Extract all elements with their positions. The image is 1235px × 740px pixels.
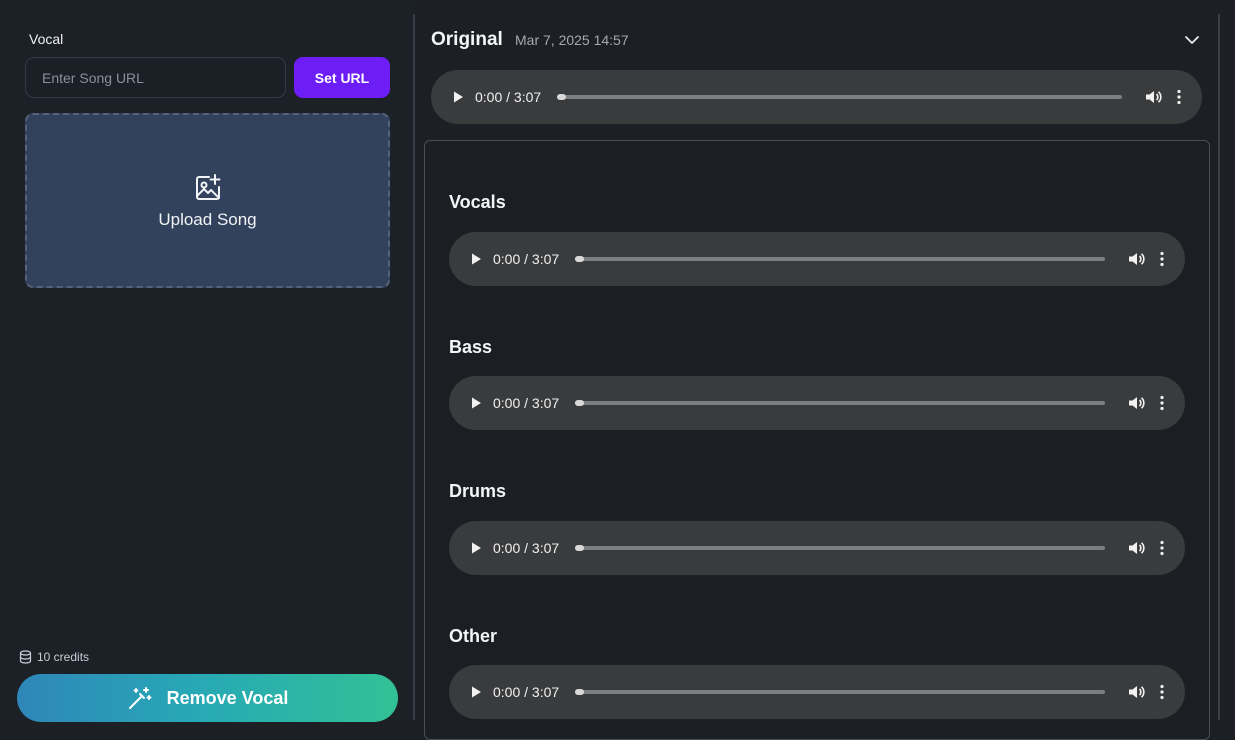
original-date: Mar 7, 2025 14:57	[515, 32, 629, 48]
play-icon[interactable]	[469, 252, 483, 266]
more-vertical-icon[interactable]	[1159, 540, 1165, 556]
more-vertical-icon[interactable]	[1159, 395, 1165, 411]
stem-title-drums: Drums	[449, 481, 507, 501]
song-url-input[interactable]	[25, 57, 286, 98]
panel-divider	[413, 14, 415, 720]
stems-container	[424, 140, 1210, 740]
panel-divider-right	[1218, 14, 1220, 720]
add-image-icon	[195, 173, 220, 200]
remove-vocal-label: Remove Vocal	[166, 687, 289, 708]
credits-text: 10 credits	[37, 650, 90, 664]
upload-song-label: Upload Song	[158, 209, 257, 229]
bass-audio-player[interactable]: 0:00 / 3:07	[449, 376, 1185, 430]
play-icon[interactable]	[469, 396, 483, 410]
stem-title-other: Other	[449, 626, 498, 646]
player-time: 0:00 / 3:07	[493, 684, 560, 700]
seek-bar[interactable]	[575, 689, 1105, 695]
play-icon[interactable]	[469, 685, 483, 699]
set-url-button[interactable]: Set URL	[294, 57, 390, 98]
player-time: 0:00 / 3:07	[475, 89, 542, 105]
stem-title-bass: Bass	[449, 337, 493, 357]
magic-wand-icon	[128, 687, 152, 709]
volume-icon[interactable]	[1127, 394, 1145, 412]
volume-icon[interactable]	[1127, 250, 1145, 268]
seek-bar[interactable]	[575, 545, 1105, 551]
more-vertical-icon[interactable]	[1159, 251, 1165, 267]
volume-icon[interactable]	[1144, 88, 1162, 106]
original-audio-player[interactable]: 0:00 / 3:07	[431, 70, 1202, 124]
credits-indicator: 10 credits	[19, 650, 89, 664]
player-time: 0:00 / 3:07	[493, 395, 560, 411]
original-title: Original	[431, 29, 503, 50]
more-vertical-icon[interactable]	[1159, 684, 1165, 700]
play-icon[interactable]	[451, 90, 465, 104]
upload-song-dropzone[interactable]: Upload Song	[25, 113, 390, 288]
volume-icon[interactable]	[1127, 683, 1145, 701]
seek-bar[interactable]	[557, 94, 1122, 100]
seek-bar[interactable]	[575, 400, 1105, 406]
left-panel	[0, 0, 413, 720]
section-label: Vocal	[29, 31, 64, 47]
other-audio-player[interactable]: 0:00 / 3:07	[449, 665, 1185, 719]
remove-vocal-button[interactable]: Remove Vocal	[17, 674, 398, 722]
seek-bar[interactable]	[575, 256, 1105, 262]
volume-icon[interactable]	[1127, 539, 1145, 557]
player-time: 0:00 / 3:07	[493, 540, 560, 556]
player-time: 0:00 / 3:07	[493, 251, 560, 267]
stem-title-vocals: Vocals	[449, 192, 506, 212]
more-vertical-icon[interactable]	[1176, 89, 1182, 105]
database-icon	[19, 650, 32, 664]
drums-audio-player[interactable]: 0:00 / 3:07	[449, 521, 1185, 575]
chevron-down-icon[interactable]	[1183, 31, 1201, 49]
play-icon[interactable]	[469, 541, 483, 555]
vocals-audio-player[interactable]: 0:00 / 3:07	[449, 232, 1185, 286]
